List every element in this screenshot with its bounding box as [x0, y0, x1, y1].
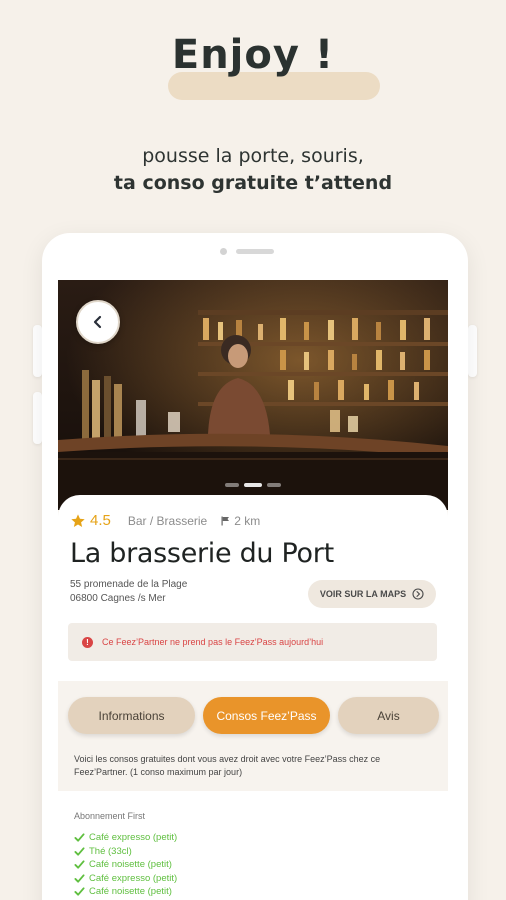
venue-name: La brasserie du Port — [70, 538, 334, 569]
tablet-side-button — [33, 325, 42, 377]
list-item: Café noisette (petit) — [74, 885, 177, 899]
check-icon — [74, 874, 85, 883]
offer-label: Thé (33cl) — [89, 845, 132, 857]
list-item: Café expresso (petit) — [74, 831, 177, 845]
venue-category: Bar / Brasserie — [127, 513, 208, 528]
venue-meta: 4.5 Bar / Brasserie 2 km — [70, 512, 260, 529]
offer-label: Café expresso (petit) — [89, 832, 178, 844]
list-item: Café noisette (petit) — [74, 858, 177, 872]
check-icon — [74, 860, 85, 869]
check-icon — [74, 887, 85, 896]
view-on-map-label: VOIR SUR LA MAPS — [319, 589, 407, 599]
tabs-section: Informations Consos Feez’Pass Avis Voici… — [58, 681, 448, 791]
venue-distance-value: 2 km — [234, 513, 261, 528]
list-item: Thé (33cl) — [74, 845, 177, 859]
hero-title: Enjoy ! — [171, 32, 335, 78]
hero-subtitle-line1: pousse la porte, souris, — [142, 145, 364, 167]
venue-rating: 4.5 — [90, 512, 111, 529]
venue-card: 4.5 Bar / Brasserie 2 km La brasserie du… — [58, 495, 448, 900]
unavailable-alert: ! Ce Feez’Partner ne prend pas le Feez’P… — [68, 623, 437, 661]
address-line-2: 06800 Cagnes /s Mer — [70, 593, 166, 604]
tablet-speaker — [236, 249, 274, 254]
back-button[interactable] — [76, 300, 120, 344]
subscription-title: Abonnement First — [74, 811, 146, 821]
tab-informations[interactable]: Informations — [68, 697, 195, 734]
tablet-camera — [220, 248, 227, 255]
offer-label: Café noisette (petit) — [89, 859, 172, 871]
pager-dot — [225, 483, 239, 487]
flag-icon — [221, 516, 230, 525]
alert-text: Ce Feez’Partner ne prend pas le Feez’Pas… — [102, 637, 324, 647]
check-icon — [74, 847, 85, 856]
tablet-side-button — [468, 325, 477, 377]
view-on-map-button[interactable]: VOIR SUR LA MAPS — [308, 580, 436, 608]
venue-address: 55 promenade de la Plage 06800 Cagnes /s… — [70, 578, 187, 606]
chevron-left-icon — [93, 315, 102, 329]
offers-list: Café expresso (petit) Thé (33cl) Café no… — [74, 831, 177, 899]
arrow-circle-right-icon — [412, 588, 424, 600]
subscription-section: Abonnement First Café expresso (petit) T… — [58, 793, 448, 900]
consos-description: Voici les consos gratuites dont vous ave… — [74, 754, 381, 777]
list-item: Café expresso (petit) — [74, 872, 177, 886]
tab-avis[interactable]: Avis — [338, 697, 439, 734]
app-screen: 4.5 Bar / Brasserie 2 km La brasserie du… — [58, 280, 448, 900]
offer-label: Café noisette (petit) — [89, 886, 172, 898]
tablet-side-button — [33, 392, 42, 444]
venue-distance: 2 km — [221, 514, 260, 528]
pager-dot — [267, 483, 281, 487]
offer-label: Café expresso (petit) — [89, 872, 178, 884]
photo-pager[interactable] — [58, 483, 448, 487]
exclamation-circle-icon: ! — [82, 636, 93, 648]
pager-dot-active — [244, 483, 262, 487]
hero-subtitle-line2: ta conso gratuite t’attend — [113, 172, 393, 194]
address-line-1: 55 promenade de la Plage — [70, 579, 188, 590]
tab-consos-feezpass[interactable]: Consos Feez’Pass — [203, 697, 330, 734]
check-icon — [74, 833, 85, 842]
star-icon — [71, 513, 85, 527]
